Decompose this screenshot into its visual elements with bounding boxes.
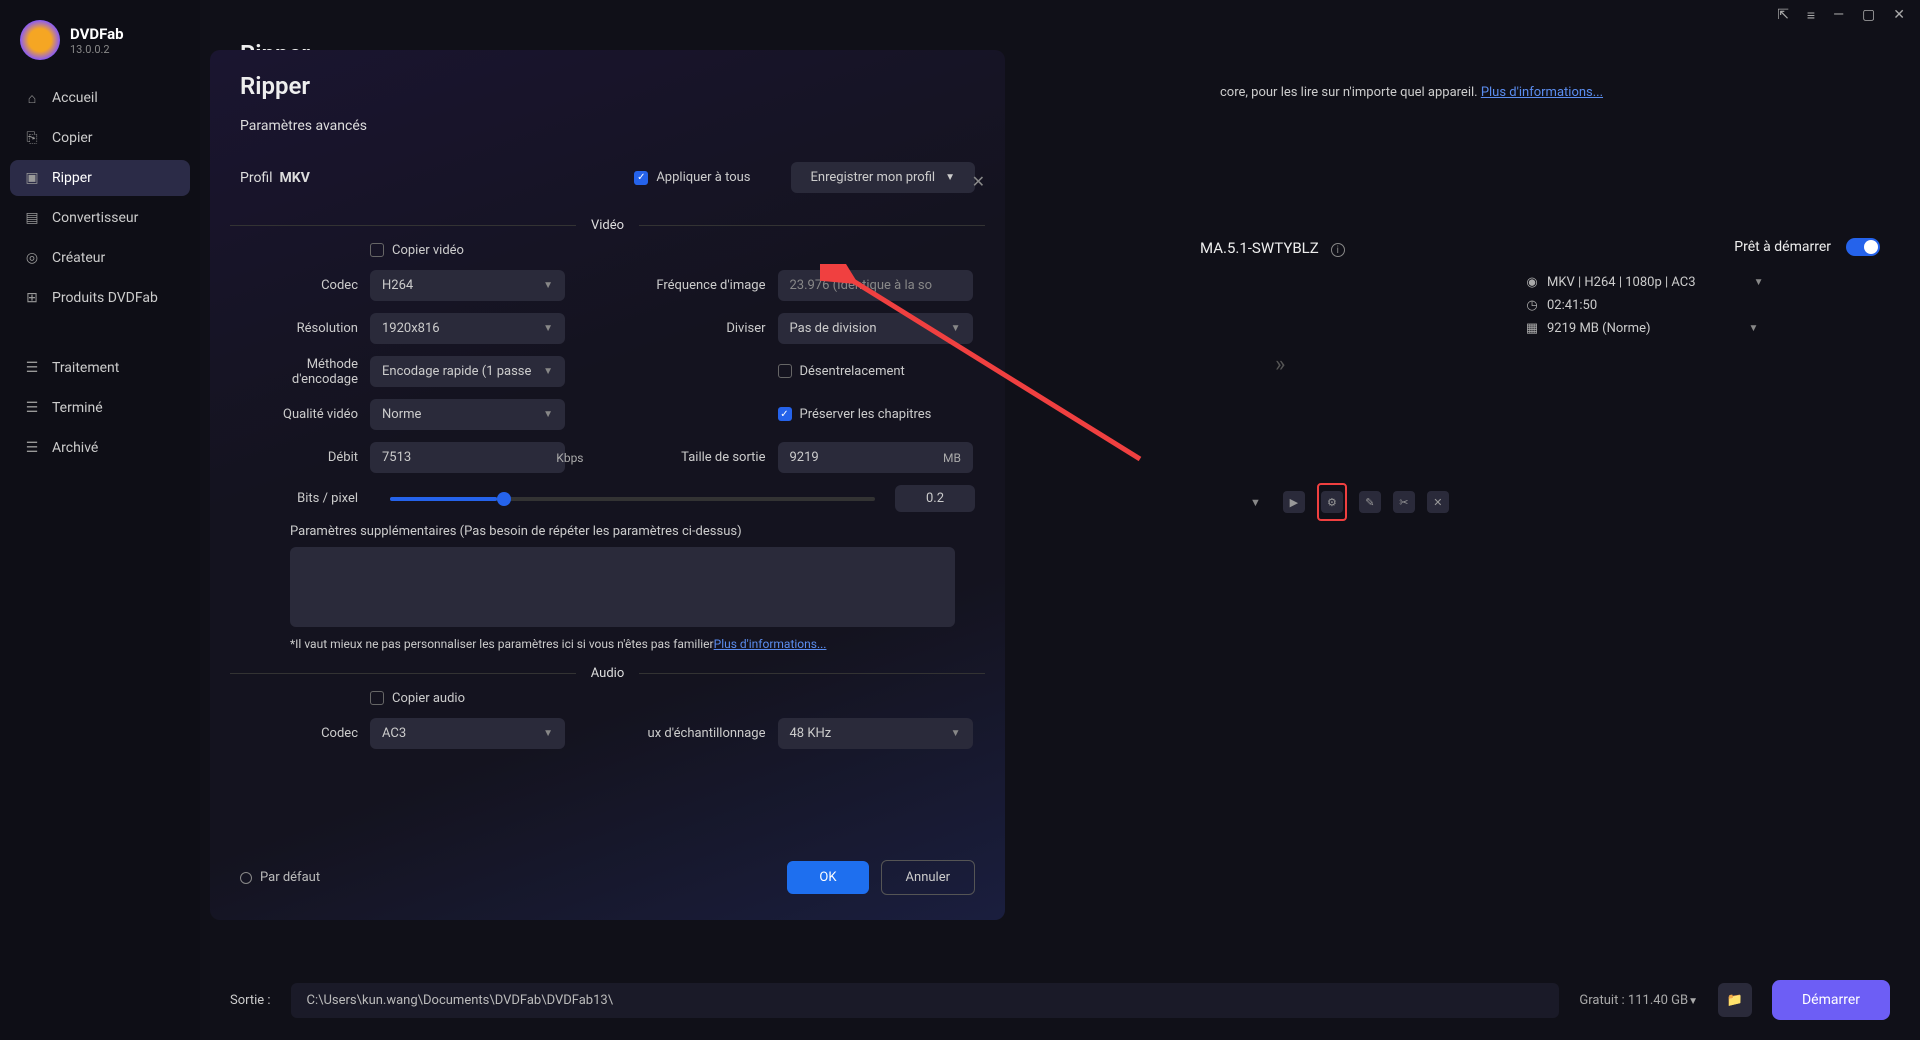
copy-video-checkbox[interactable]: Copier vidéo [370, 243, 464, 258]
start-button[interactable]: Démarrer [1772, 980, 1890, 1020]
format-value: MKV | H264 | 1080p | AC3 [1547, 275, 1696, 290]
resolution-select[interactable]: 1920x816▼ [370, 313, 565, 344]
advanced-settings-modal: Ripper Paramètres avancés ✕ Profil MKV ✓… [210, 50, 1005, 920]
deinterlace-checkbox[interactable]: Désentrelacement [778, 364, 905, 379]
actions-caret-icon[interactable]: ▼ [1250, 496, 1261, 509]
bitrate-input[interactable] [370, 442, 565, 473]
home-icon: ⌂ [24, 90, 40, 106]
minimize-icon[interactable]: — [1833, 7, 1844, 23]
task-name: MA.5.1-SWTYBLZ [1200, 239, 1319, 257]
section-audio: Audio [576, 666, 639, 681]
close-icon[interactable]: ✕ [1893, 7, 1905, 23]
output-footer: Sortie : C:\Users\kun.wang\Documents\DVD… [230, 980, 1890, 1020]
forward-icon[interactable]: » [1275, 352, 1285, 377]
crop-button[interactable]: ✂ [1393, 491, 1415, 513]
encoding-select[interactable]: Encodage rapide (1 passe▼ [370, 356, 565, 387]
task-meta: ◉ MKV | H264 | 1080p | AC3 ▼ ◷ 02:41:50 ▦ 92… [1525, 275, 1763, 344]
page-description: core, pour les lire sur n'importe quel a… [1210, 85, 1603, 100]
size-caret-icon[interactable]: ▼ [1749, 323, 1759, 334]
size-value: 9219 MB (Norme) [1547, 321, 1651, 336]
task-actions: ▼ ▶ ⚙ ✎ ✂ ✕ [1250, 483, 1449, 521]
audio-codec-select[interactable]: AC3▼ [370, 718, 565, 749]
app-name: DVDFab [70, 25, 124, 43]
titlebar: ⇱ ≡ — ▢ ✕ [200, 0, 1920, 30]
maximize-icon[interactable]: ▢ [1862, 7, 1875, 23]
processing-icon: ☰ [24, 360, 40, 376]
ready-toggle[interactable] [1846, 238, 1880, 256]
archive-icon: ☰ [24, 440, 40, 456]
copy-icon: ⎘ [24, 130, 40, 146]
format-icon: ◉ [1525, 275, 1539, 290]
sidebar-item-archive[interactable]: ☰Archivé [10, 430, 190, 466]
clock-icon: ◷ [1525, 298, 1539, 313]
browse-folder-button[interactable]: 📁 [1718, 983, 1752, 1017]
chapters-checkbox[interactable]: ✓Préserver les chapitres [778, 407, 932, 422]
ok-button[interactable]: OK [787, 861, 868, 894]
extra-params-textarea[interactable] [290, 547, 955, 627]
output-label: Sortie : [230, 993, 271, 1008]
pin-icon[interactable]: ⇱ [1777, 7, 1789, 23]
free-space: Gratuit : 111.40 GB▼ [1579, 993, 1698, 1008]
sidebar-item-accueil[interactable]: ⌂Accueil [10, 80, 190, 116]
products-icon: ⊞ [24, 290, 40, 306]
profile-label: Profil MKV [240, 170, 310, 186]
output-path[interactable]: C:\Users\kun.wang\Documents\DVDFab\DVDFa… [291, 983, 1560, 1018]
task-title-row: MA.5.1-SWTYBLZ i [1200, 238, 1345, 257]
convert-icon: ▤ [24, 210, 40, 226]
video-codec-select[interactable]: H264▼ [370, 270, 565, 301]
annotation-highlight: ⚙ [1317, 483, 1347, 521]
bpp-value: 0.2 [895, 485, 975, 512]
sidebar-item-termine[interactable]: ☰Terminé [10, 390, 190, 426]
extra-params-label: Paramètres supplémentaires (Pas besoin d… [290, 524, 975, 539]
hint-link[interactable]: Plus d'informations... [714, 637, 827, 651]
fps-select[interactable]: 23.976 (Identique à la so [778, 270, 973, 301]
menu-icon[interactable]: ≡ [1807, 7, 1815, 24]
sidebar-item-createur[interactable]: ◎Créateur [10, 240, 190, 276]
split-select[interactable]: Pas de division▼ [778, 313, 973, 344]
more-info-link[interactable]: Plus d'informations... [1481, 85, 1603, 100]
info-icon[interactable]: i [1331, 243, 1345, 257]
sidebar-item-ripper[interactable]: ▣Ripper [10, 160, 190, 196]
create-icon: ◎ [24, 250, 40, 266]
cancel-button[interactable]: Annuler [881, 860, 975, 895]
section-video: Vidéo [576, 218, 639, 233]
modal-title: Ripper [230, 50, 985, 110]
disk-icon: ▦ [1525, 321, 1539, 336]
settings-button[interactable]: ⚙ [1321, 491, 1343, 513]
modal-subtitle: Paramètres avancés [230, 110, 985, 142]
sidebar-item-copier[interactable]: ⎘Copier [10, 120, 190, 156]
apply-all-checkbox[interactable]: ✓Appliquer à tous [634, 170, 750, 185]
ready-label: Prêt à démarrer [1734, 239, 1831, 255]
app-version: 13.0.0.2 [70, 43, 124, 56]
logo-icon [20, 20, 60, 60]
bpp-slider[interactable] [390, 497, 875, 501]
sidebar-item-traitement[interactable]: ☰Traitement [10, 350, 190, 386]
sample-rate-select[interactable]: 48 KHz▼ [778, 718, 973, 749]
play-button[interactable]: ▶ [1283, 491, 1305, 513]
done-icon: ☰ [24, 400, 40, 416]
quality-select[interactable]: Norme▼ [370, 399, 565, 430]
modal-close-icon[interactable]: ✕ [972, 172, 985, 191]
remove-button[interactable]: ✕ [1427, 491, 1449, 513]
ready-row: Prêt à démarrer [1734, 238, 1880, 256]
save-profile-dropdown[interactable]: Enregistrer mon profil▼ [791, 162, 975, 193]
sidebar-item-produits[interactable]: ⊞Produits DVDFab [10, 280, 190, 316]
default-radio[interactable]: Par défaut [240, 870, 320, 885]
edit-button[interactable]: ✎ [1359, 491, 1381, 513]
duration-value: 02:41:50 [1547, 298, 1597, 313]
hint-text: *Il vaut mieux ne pas personnaliser les … [290, 637, 975, 651]
app-logo: DVDFab 13.0.0.2 [10, 15, 190, 80]
ripper-icon: ▣ [24, 170, 40, 186]
sidebar-item-convertisseur[interactable]: ▤Convertisseur [10, 200, 190, 236]
copy-audio-checkbox[interactable]: Copier audio [370, 691, 465, 706]
format-caret-icon[interactable]: ▼ [1754, 277, 1764, 288]
